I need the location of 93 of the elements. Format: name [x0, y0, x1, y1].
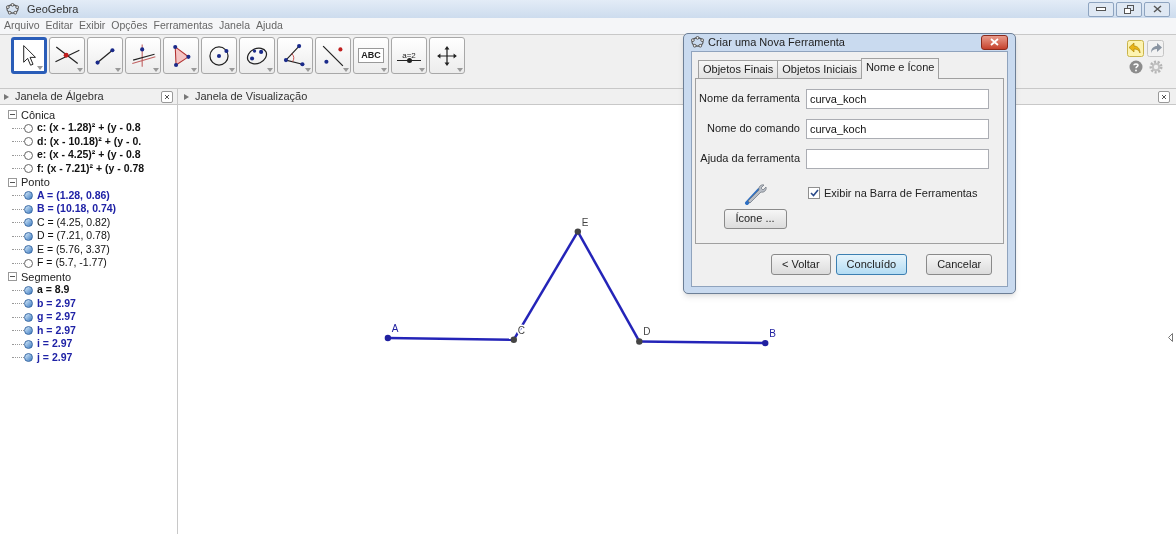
- visibility-bullet-icon[interactable]: [24, 150, 33, 160]
- field-label: Ajuda da ferramenta: [699, 151, 801, 167]
- visibility-bullet-icon[interactable]: [24, 231, 33, 241]
- help-icon[interactable]: [1129, 60, 1143, 74]
- visibility-bullet-icon[interactable]: [24, 164, 33, 174]
- input-field[interactable]: [806, 148, 989, 169]
- checkbox-label: Exibir na Barra de Ferramentas: [824, 186, 978, 199]
- menu-item[interactable]: Editar: [44, 18, 75, 34]
- visibility-bullet-icon[interactable]: [24, 137, 33, 147]
- close-icon: [1152, 5, 1162, 13]
- point[interactable]: [636, 338, 643, 345]
- tool-button[interactable]: [315, 37, 351, 74]
- tool-button[interactable]: [239, 37, 275, 74]
- visibility-bullet-icon[interactable]: [24, 204, 33, 214]
- input-field[interactable]: curva_koch: [806, 88, 989, 109]
- group-label: Cônica: [21, 107, 56, 123]
- field-label: Nome do comando: [706, 121, 801, 137]
- dialog-button[interactable]: Cancelar: [926, 254, 993, 275]
- field-label: Nome da ferramenta: [698, 91, 801, 107]
- close-button[interactable]: [1144, 1, 1170, 17]
- checkbox[interactable]: [808, 186, 820, 199]
- menu-item[interactable]: Janela: [218, 18, 251, 34]
- minimize-icon: [1096, 7, 1106, 11]
- close-icon: [164, 93, 170, 100]
- point-label: B: [769, 328, 776, 340]
- minimize-button[interactable]: [1088, 1, 1114, 17]
- visibility-bullet-icon[interactable]: [24, 258, 33, 268]
- tool-button[interactable]: [201, 37, 237, 74]
- collapse-toggle-icon[interactable]: [8, 272, 17, 282]
- collapse-triangle-icon[interactable]: [184, 93, 189, 100]
- restore-icon: [1124, 4, 1134, 14]
- tab[interactable]: Nome e Ícone: [860, 57, 940, 79]
- visibility-bullet-icon[interactable]: [24, 191, 33, 201]
- geogebra-logo-icon: [691, 36, 704, 49]
- group-label: Ponto: [21, 175, 50, 190]
- perpendicular-lines-icon: [129, 41, 157, 70]
- tool-button[interactable]: [429, 37, 465, 74]
- icon-button[interactable]: Ícone ...: [723, 208, 787, 229]
- panel-title: Janela de Álgebra: [15, 89, 104, 105]
- visibility-bullet-icon[interactable]: [24, 218, 33, 228]
- visibility-bullet-icon[interactable]: [24, 245, 33, 255]
- menu-item[interactable]: Exibir: [78, 18, 107, 34]
- point[interactable]: [574, 228, 581, 235]
- point[interactable]: [510, 336, 517, 343]
- tool-button[interactable]: ABC: [353, 37, 389, 74]
- restore-button[interactable]: [1116, 1, 1142, 17]
- point-label: E: [581, 216, 589, 228]
- tool-button[interactable]: [11, 37, 47, 74]
- algebra-entry[interactable]: F = (5.7, -1.77): [37, 255, 107, 272]
- redo-icon[interactable]: [1147, 40, 1164, 57]
- geogebra-logo-icon: [6, 3, 19, 15]
- menu-item[interactable]: Arquivo: [3, 18, 41, 34]
- close-button[interactable]: [1158, 90, 1170, 103]
- tools-icon: [744, 182, 768, 205]
- tool-button[interactable]: [87, 37, 123, 74]
- menu-item[interactable]: Opções: [110, 18, 149, 34]
- dialog-title: Criar uma Nova Ferramenta: [708, 35, 845, 50]
- tool-button[interactable]: [49, 37, 85, 74]
- visibility-bullet-icon[interactable]: [24, 353, 33, 363]
- dialog-button[interactable]: Concluído: [835, 254, 908, 275]
- point[interactable]: [762, 339, 769, 347]
- tool-button[interactable]: [125, 37, 161, 74]
- visibility-bullet-icon[interactable]: [24, 123, 33, 133]
- visibility-bullet-icon[interactable]: [24, 285, 33, 295]
- tab[interactable]: Objetos Iniciais: [777, 59, 862, 78]
- visibility-bullet-icon[interactable]: [24, 326, 33, 336]
- dialog-button[interactable]: < Voltar: [771, 254, 831, 275]
- expand-arrow-icon[interactable]: [1168, 333, 1173, 342]
- close-button[interactable]: [981, 34, 1008, 50]
- visibility-bullet-icon[interactable]: [24, 299, 33, 309]
- algebra-entry[interactable]: A = (1.28, 0.86): [37, 187, 110, 204]
- collapse-triangle-icon[interactable]: [4, 93, 9, 100]
- menu-item[interactable]: Ferramentas: [152, 18, 215, 34]
- point-label: A: [391, 323, 399, 335]
- tool-button[interactable]: [277, 37, 313, 74]
- close-button[interactable]: [161, 90, 173, 103]
- group-label: Segmento: [21, 269, 72, 285]
- collapse-toggle-icon[interactable]: [8, 110, 17, 120]
- visibility-bullet-icon[interactable]: [24, 339, 33, 349]
- tab[interactable]: Objetos Finais: [698, 59, 779, 78]
- close-icon: [990, 38, 999, 47]
- visibility-bullet-icon[interactable]: [24, 312, 33, 322]
- point-label: D: [643, 326, 651, 338]
- point[interactable]: [384, 334, 392, 342]
- close-icon: [1161, 93, 1167, 100]
- panel-title: Janela de Visualização: [195, 89, 308, 105]
- tool-button[interactable]: a=2: [391, 37, 427, 74]
- tool-button[interactable]: [163, 37, 199, 74]
- window-title: GeoGebra: [27, 1, 79, 17]
- input-field[interactable]: curva_koch: [806, 118, 989, 139]
- menu-item[interactable]: Ajuda: [255, 18, 284, 34]
- collapse-toggle-icon[interactable]: [8, 177, 17, 187]
- cursor-arrow-icon: [22, 45, 36, 66]
